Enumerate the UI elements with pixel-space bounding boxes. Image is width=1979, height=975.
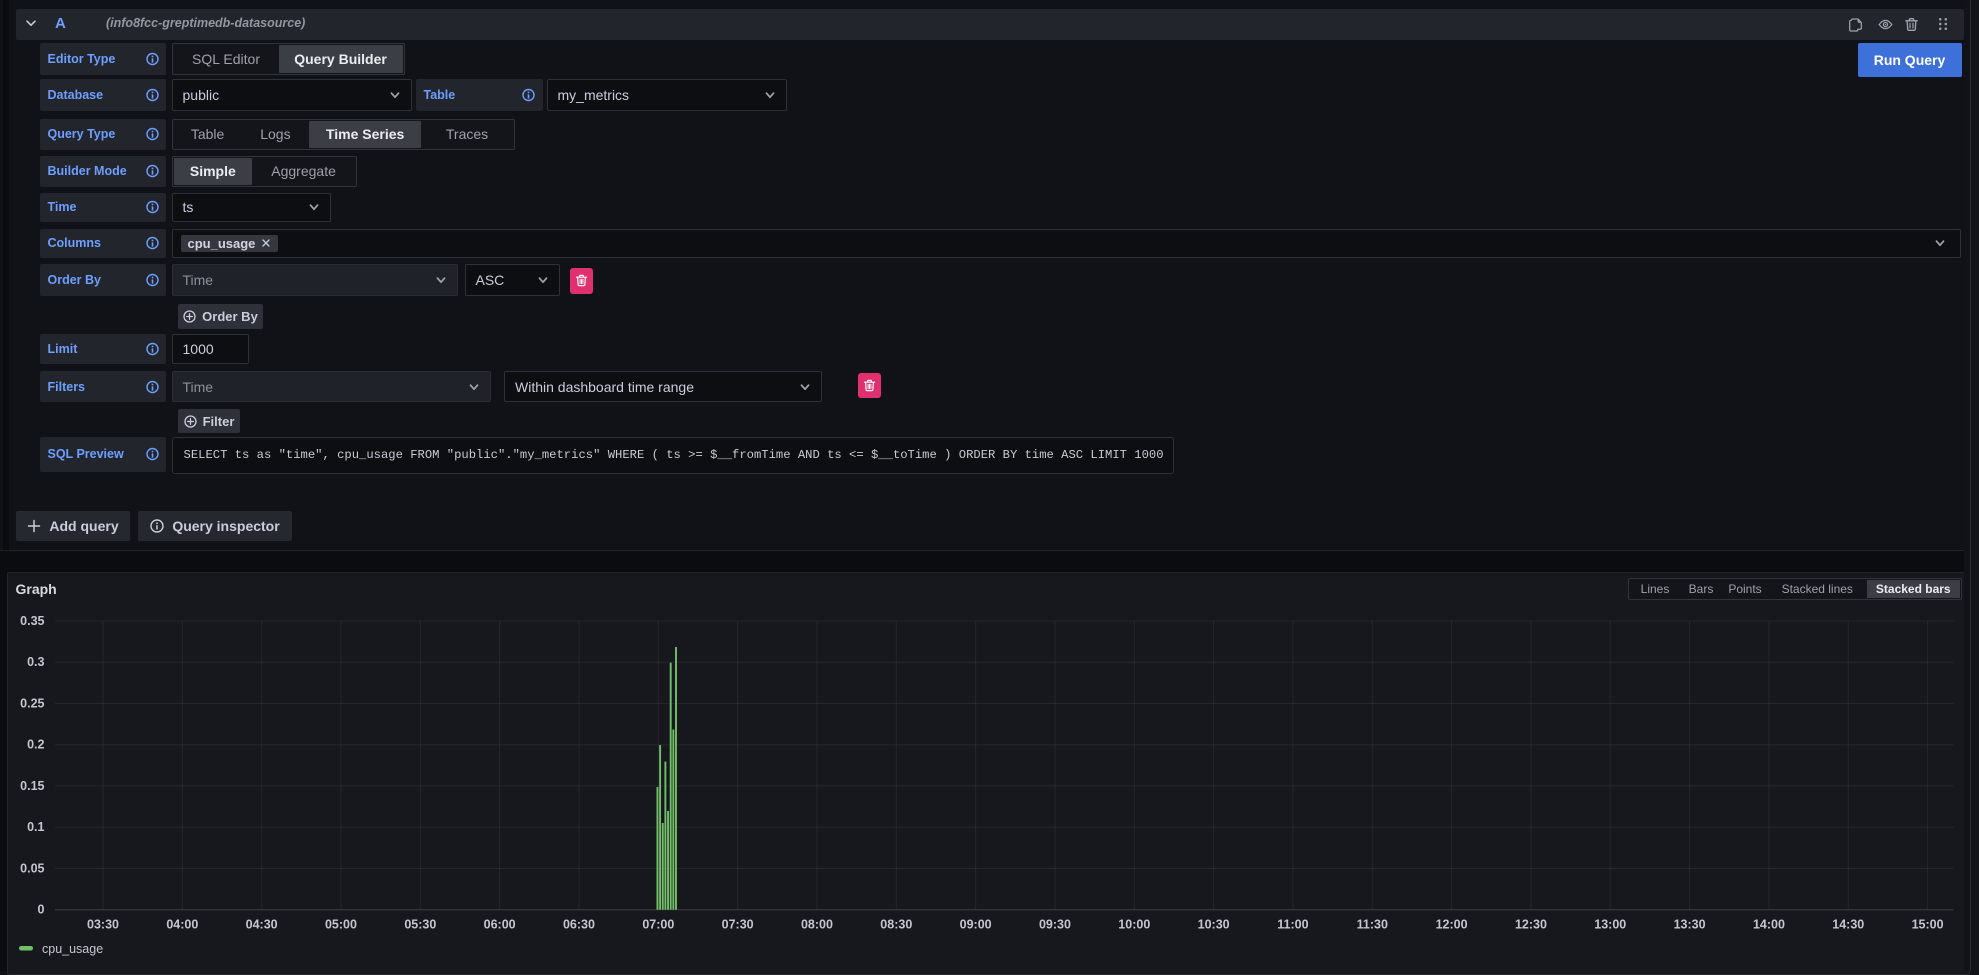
svg-text:11:00: 11:00 xyxy=(1277,918,1308,932)
svg-text:09:30: 09:30 xyxy=(1039,918,1071,932)
svg-text:06:30: 06:30 xyxy=(563,918,595,932)
svg-text:0.1: 0.1 xyxy=(27,820,44,834)
svg-text:0.15: 0.15 xyxy=(20,779,44,793)
svg-text:09:00: 09:00 xyxy=(960,918,992,932)
svg-text:12:30: 12:30 xyxy=(1515,918,1547,932)
svg-text:11:30: 11:30 xyxy=(1357,918,1388,932)
svg-text:12:00: 12:00 xyxy=(1436,918,1468,932)
svg-text:06:00: 06:00 xyxy=(484,918,516,932)
svg-text:0.05: 0.05 xyxy=(20,861,44,875)
svg-text:05:30: 05:30 xyxy=(404,918,436,932)
svg-text:0.3: 0.3 xyxy=(27,655,44,669)
svg-text:14:30: 14:30 xyxy=(1832,918,1864,932)
svg-text:15:00: 15:00 xyxy=(1912,918,1944,932)
svg-text:05:00: 05:00 xyxy=(325,918,357,932)
svg-text:0.25: 0.25 xyxy=(20,696,44,710)
svg-text:04:00: 04:00 xyxy=(166,918,198,932)
svg-text:14:00: 14:00 xyxy=(1753,918,1785,932)
svg-text:04:30: 04:30 xyxy=(246,918,278,932)
svg-text:10:30: 10:30 xyxy=(1198,918,1230,932)
svg-text:07:30: 07:30 xyxy=(722,918,754,932)
svg-text:0: 0 xyxy=(38,902,45,916)
svg-text:03:30: 03:30 xyxy=(87,918,119,932)
svg-text:07:00: 07:00 xyxy=(642,918,674,932)
svg-text:0.35: 0.35 xyxy=(20,614,44,628)
svg-text:08:30: 08:30 xyxy=(880,918,912,932)
svg-text:10:00: 10:00 xyxy=(1118,918,1150,932)
svg-text:cpu_usage: cpu_usage xyxy=(42,942,103,956)
svg-text:13:00: 13:00 xyxy=(1594,918,1626,932)
svg-text:08:00: 08:00 xyxy=(801,918,833,932)
svg-text:13:30: 13:30 xyxy=(1674,918,1706,932)
svg-text:0.2: 0.2 xyxy=(27,737,44,751)
